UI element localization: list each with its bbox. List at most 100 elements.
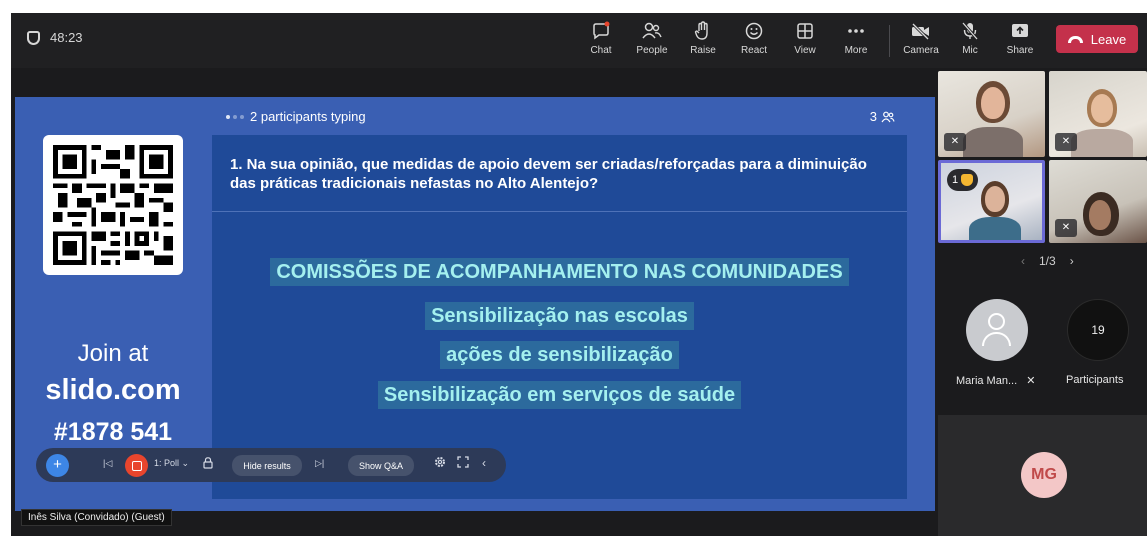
mic-button[interactable]: Mic [946,20,994,56]
chat-label: Chat [590,45,612,56]
person-face [981,87,1005,119]
participant-count-value: 3 [869,109,877,124]
event-code: #1878 541 [53,418,173,446]
meeting-timer: 48:23 [27,30,83,45]
stop-button[interactable] [125,454,148,477]
raise-hand-icon [679,20,727,42]
raised-hand-icon [961,174,974,186]
qr-code-image [53,145,173,265]
answer-text: COMISSÕES DE ACOMPANHAMENTO NAS COMUNIDA… [270,258,849,286]
lock-button[interactable] [200,455,216,473]
raise-order-number: 1 [952,174,959,186]
typing-dots-icon [226,114,244,119]
view-label: View [794,45,816,56]
people-label: People [636,45,668,56]
lock-icon [203,457,213,469]
person-face [1089,200,1111,230]
mic-label: Mic [962,45,978,56]
leave-button[interactable]: Leave [1056,25,1138,53]
answer-item: COMISSÕES DE ACOMPANHAMENTO NAS COMUNIDA… [212,258,907,286]
poll-results-panel: 1. Na sua opinião, que medidas de apoio … [212,135,907,499]
share-button[interactable]: Share [996,20,1044,56]
participants-label: Participants [1066,374,1124,386]
hide-results-label: Hide results [243,460,291,471]
chat-button[interactable]: Chat [577,20,625,56]
teams-meeting-window: 48:23 Chat People Raise React View More … [11,13,1147,536]
mic-off-icon: ✕ [1055,219,1077,237]
camera-off-icon [897,20,945,42]
collapse-chevron-icon[interactable]: ‹ [482,456,486,470]
grid-view-icon [781,20,829,42]
person-face [1091,94,1113,123]
poll-question: 1. Na sua opinião, que medidas de apoio … [230,156,867,192]
qr-code [43,135,183,275]
camera-button[interactable]: Camera [897,20,945,56]
participant-video-tile[interactable]: ✕ [938,71,1045,157]
page-indicator: 1/3 [1039,254,1056,268]
timer-text: 48:23 [50,30,83,45]
raise-hand-button[interactable]: Raise [679,20,727,56]
participant-video-tile[interactable]: ✕ [1049,160,1147,243]
more-dots-icon [832,20,880,42]
people-icon [628,20,676,42]
presenter-name-tag: Inês Silva (Convidado) (Guest) [21,509,172,526]
shield-icon [27,30,40,45]
next-page-chevron-icon[interactable]: › [1070,254,1074,268]
share-icon [996,20,1044,42]
answer-item: ações de sensibilização [212,341,907,369]
question-divider [212,211,907,212]
mic-off-icon: ✕ [944,133,966,151]
share-label: Share [1006,45,1034,56]
previous-icon[interactable]: |◁ [103,458,112,469]
answer-item: Sensibilização em serviços de saúde [212,381,907,409]
slido-presenter-toolbar: + |◁ 1: Poll ⌄ Hide results ▷| Show Q&A … [36,448,506,482]
view-button[interactable]: View [781,20,829,56]
poll-label: 1: Poll [154,458,180,468]
answer-item: Sensibilização nas escolas [212,302,907,330]
toolbar-divider [889,25,890,57]
react-label: React [740,45,768,56]
mic-off-icon: ✕ [1055,133,1077,151]
person-body [969,217,1021,240]
answer-text: ações de sensibilização [440,341,679,369]
participant-tile-mg[interactable]: MG [938,415,1147,536]
poll-selector[interactable]: 1: Poll ⌄ [154,458,189,469]
smiley-icon [730,20,778,42]
more-label: More [844,45,868,56]
raised-hand-badge: 1 [947,169,979,191]
next-icon[interactable]: ▷| [315,458,324,469]
meeting-toolbar: 48:23 Chat People Raise React View More … [11,13,1147,68]
participant-name-text: Maria Man... [956,375,1018,387]
fullscreen-icon[interactable] [456,455,470,471]
people-button[interactable]: People [628,20,676,56]
typing-text: 2 participants typing [250,109,366,124]
more-button[interactable]: More [832,20,880,56]
phone-hangup-icon [1067,35,1083,43]
participant-video-tile[interactable]: ✕ [1049,71,1147,157]
camera-label: Camera [903,45,939,56]
join-url: slido.com [45,374,181,406]
hide-results-button[interactable]: Hide results [232,455,302,476]
slido-menu-button[interactable]: + [46,454,69,477]
person-body [963,127,1023,157]
join-at-label: Join at [77,340,149,367]
typing-indicator: 2 participants typing [226,109,366,124]
person-icon-body [982,332,1011,346]
initials-avatar: MG [1021,452,1067,498]
people-icon [881,111,895,122]
answer-text: Sensibilização em serviços de saúde [377,381,742,409]
show-qa-button[interactable]: Show Q&A [348,455,414,476]
person-face [985,186,1005,212]
leave-label: Leave [1090,31,1127,47]
participants-count-button[interactable]: 19 [1067,299,1129,361]
show-qa-label: Show Q&A [358,460,404,471]
settings-gear-icon[interactable] [433,455,447,471]
react-button[interactable]: React [730,20,778,56]
answer-text: Sensibilização nas escolas [425,302,694,330]
mic-off-icon: ✕ [1026,375,1036,387]
participant-avatar[interactable] [966,299,1028,361]
person-icon [988,313,1005,330]
prev-page-chevron-icon[interactable]: ‹ [1021,254,1025,268]
person-body [1071,129,1133,157]
participant-video-tile-selected[interactable]: 1 [938,160,1045,243]
